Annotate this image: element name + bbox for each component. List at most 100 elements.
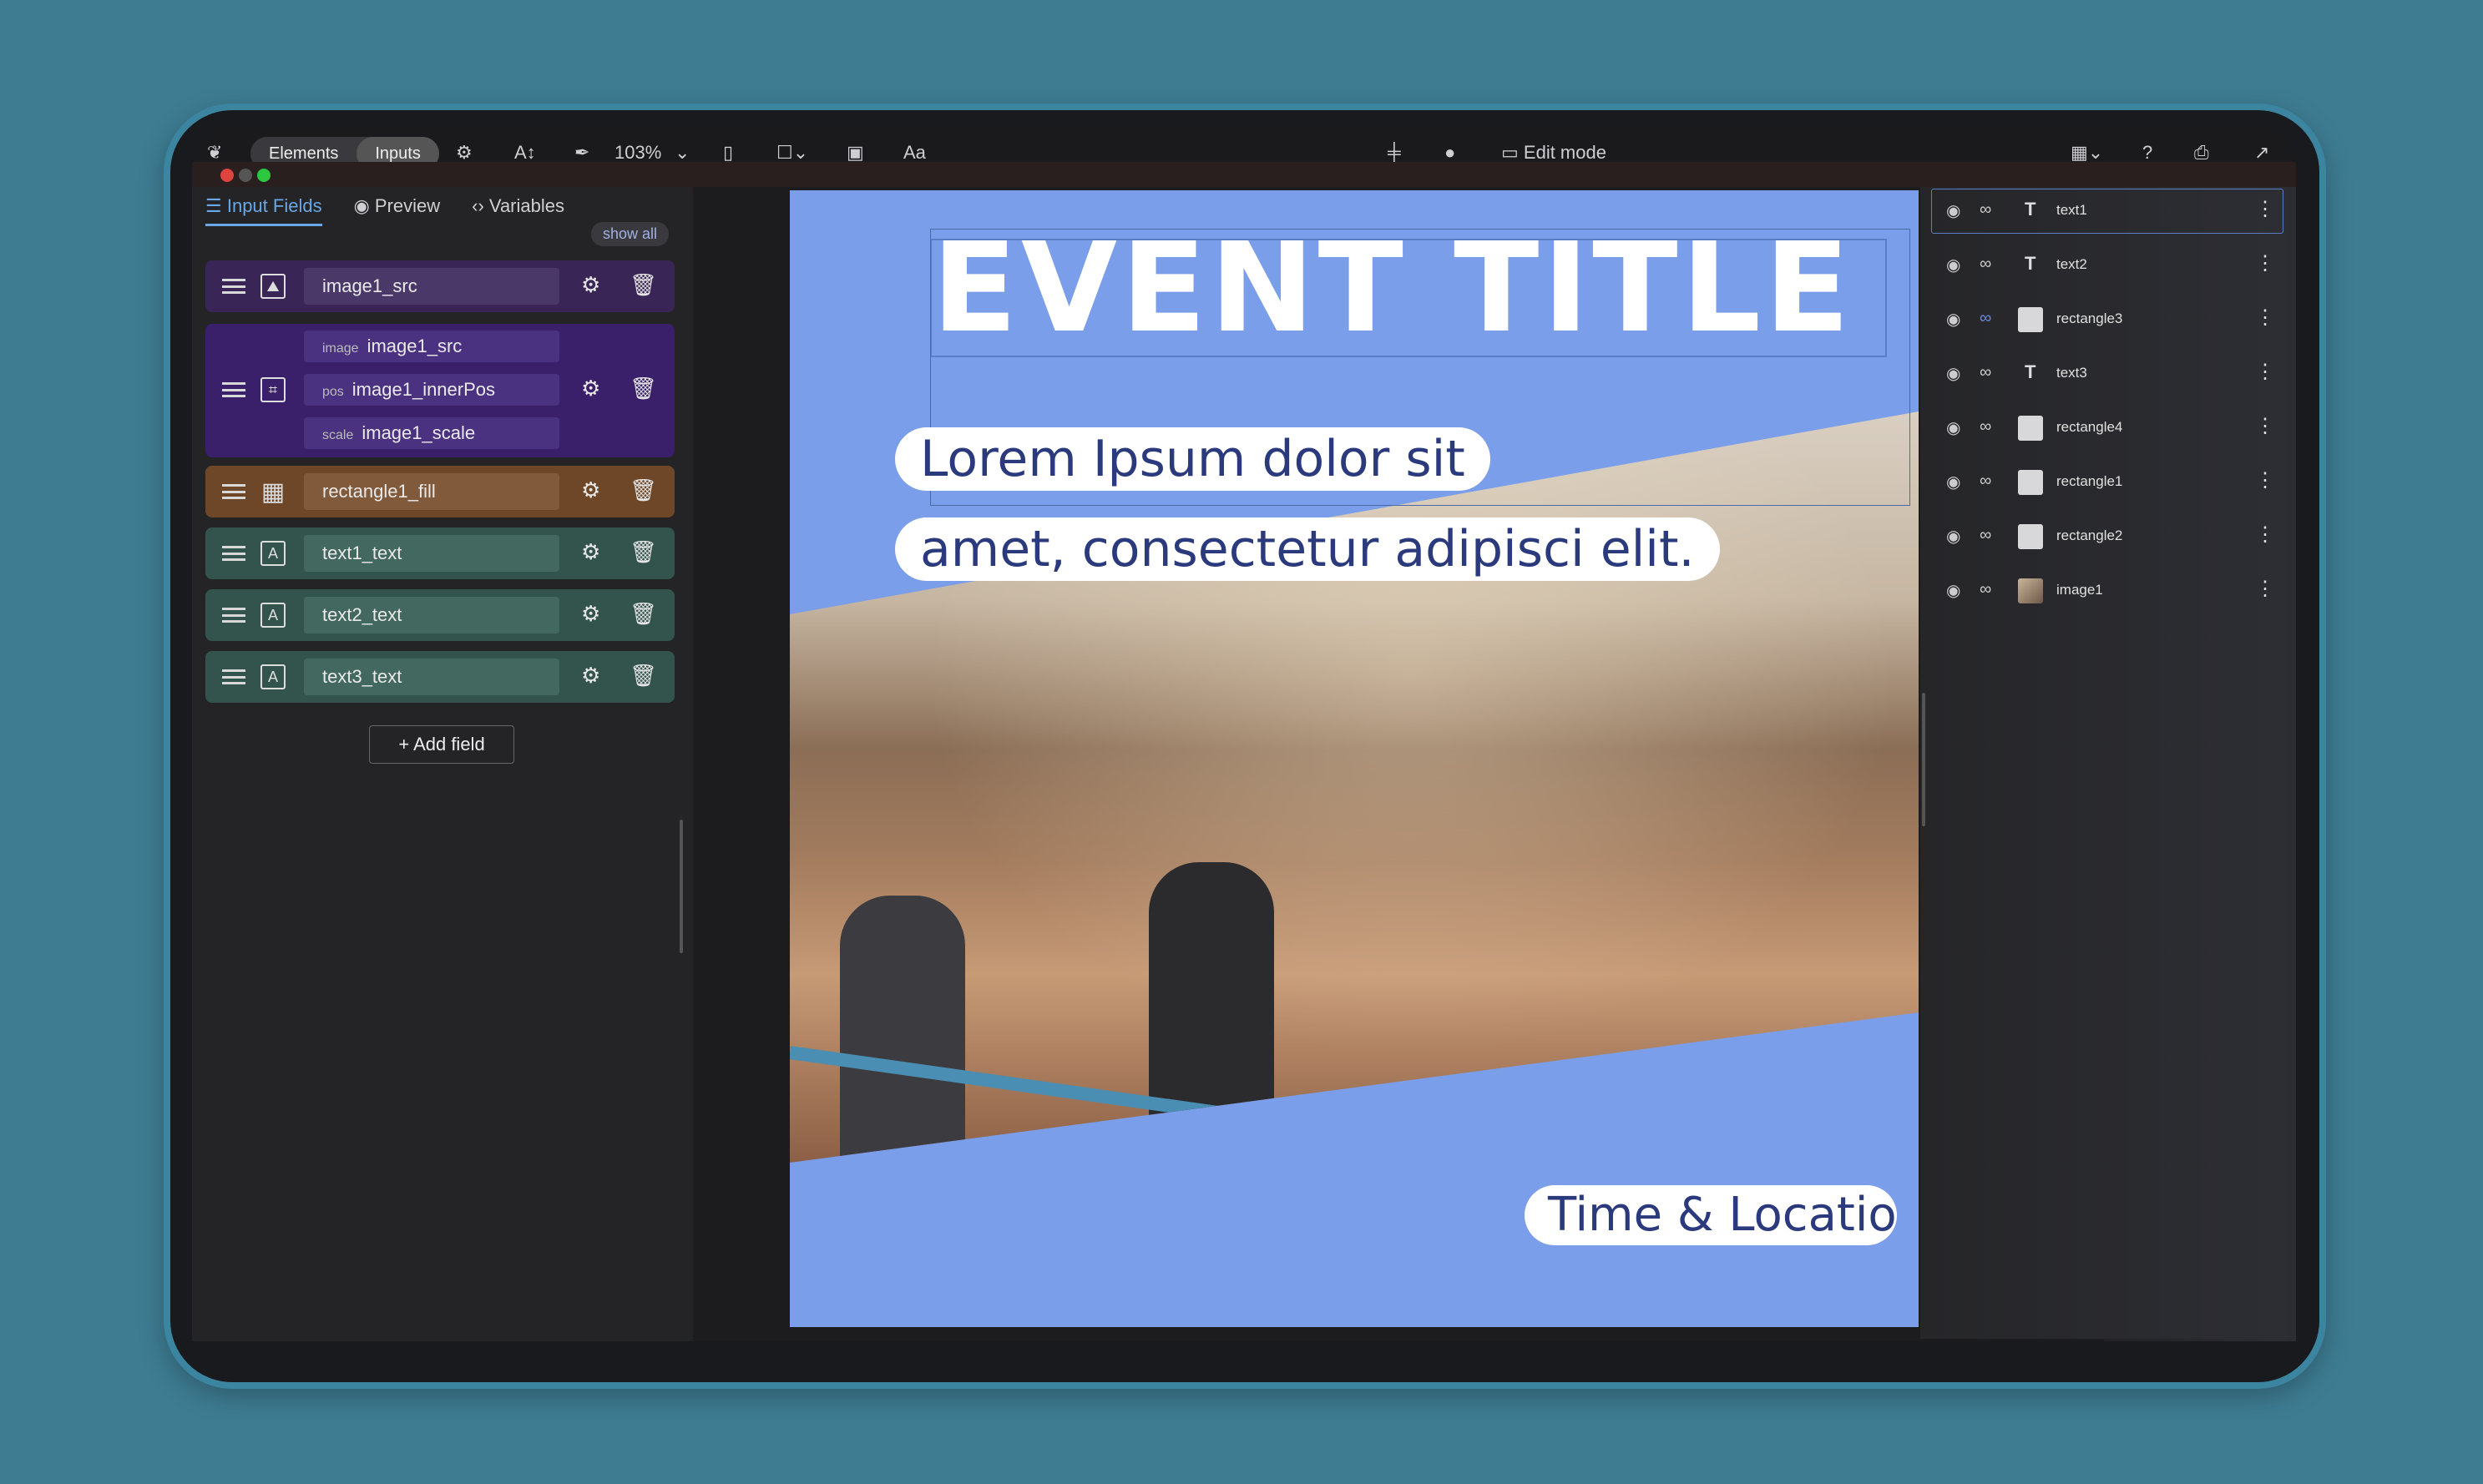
field-input[interactable]: image1_src	[304, 268, 559, 305]
link-icon[interactable]: ∞	[1980, 363, 1991, 382]
right-scrollbar[interactable]	[1922, 693, 1925, 826]
drag-handle-icon[interactable]	[222, 484, 245, 499]
visibility-eye-icon[interactable]: ◉	[1946, 363, 1960, 384]
gear-icon[interactable]: ⚙	[581, 539, 600, 565]
left-scrollbar[interactable]	[680, 820, 683, 953]
more-icon[interactable]: ⋮	[2255, 414, 2275, 438]
text-type-icon: T	[2025, 361, 2036, 382]
zoom-chevron-icon[interactable]: ⌄	[675, 142, 690, 164]
visibility-eye-icon[interactable]: ◉	[1946, 309, 1960, 330]
sub-field-scale[interactable]: scale image1_scale	[304, 417, 559, 449]
link-icon[interactable]: ∞	[1980, 200, 1991, 220]
text-field-icon: A	[260, 603, 286, 628]
field-input[interactable]: text3_text	[304, 659, 559, 695]
field-input[interactable]: text2_text	[304, 597, 559, 633]
rect-swatch-icon	[2018, 470, 2043, 495]
drag-handle-icon[interactable]	[222, 546, 245, 561]
gear-icon[interactable]: ⚙	[581, 663, 600, 689]
share-icon[interactable]: ↗	[2254, 142, 2269, 164]
rect-swatch-icon	[2018, 416, 2043, 441]
toggle-icon[interactable]: ●	[1444, 142, 1455, 164]
grid-icon[interactable]: ▦⌄	[2071, 142, 2103, 164]
link-icon[interactable]: ∞	[1980, 309, 1991, 328]
text-tool[interactable]: Aa	[903, 142, 926, 164]
sub-field-image[interactable]: image image1_src	[304, 331, 559, 362]
help-button[interactable]: ?	[2142, 142, 2152, 164]
link-icon[interactable]: ∞	[1980, 255, 1991, 274]
image-icon[interactable]: ▣	[847, 142, 864, 164]
visibility-eye-icon[interactable]: ◉	[1946, 526, 1960, 547]
more-icon[interactable]: ⋮	[2255, 522, 2275, 547]
drag-handle-icon[interactable]	[222, 382, 245, 397]
drag-handle-icon[interactable]	[222, 279, 245, 294]
photo-person-left	[840, 896, 965, 1163]
minimize-window-icon[interactable]	[239, 169, 252, 182]
artboard[interactable]: EVENT TITLE Lorem Ipsum dolor sit amet, …	[790, 190, 1919, 1327]
time-location-text[interactable]: Time & Locatio	[1525, 1185, 1897, 1245]
more-icon[interactable]: ⋮	[2255, 197, 2275, 221]
layer-rectangle4[interactable]: ◉ ∞ rectangle4 ⋮	[1931, 406, 2282, 451]
more-icon[interactable]: ⋮	[2255, 468, 2275, 492]
drag-handle-icon[interactable]	[222, 608, 245, 623]
show-all-button[interactable]: show all	[591, 222, 670, 246]
more-icon[interactable]: ⋮	[2255, 305, 2275, 330]
plus-icon: +	[398, 734, 414, 755]
visibility-eye-icon[interactable]: ◉	[1946, 472, 1960, 492]
layer-name: text1	[2056, 202, 2087, 218]
subtitle-line-1[interactable]: Lorem Ipsum dolor sit	[895, 427, 1490, 491]
photo-person-skirt	[1166, 1146, 1266, 1163]
pen-icon[interactable]: ✒	[574, 142, 589, 164]
trash-icon[interactable]: 🗑	[630, 376, 657, 401]
align-icon[interactable]: ╪	[1388, 142, 1401, 164]
save-icon[interactable]: ⎙	[2194, 142, 2209, 164]
add-field-button[interactable]: + Add field	[369, 725, 514, 764]
gear-icon[interactable]: ⚙	[581, 376, 600, 401]
layer-rectangle2[interactable]: ◉ ∞ rectangle2 ⋮	[1931, 514, 2282, 559]
sub-field-pos[interactable]: pos image1_innerPos	[304, 374, 559, 406]
text-type-icon: T	[2025, 199, 2036, 220]
trash-icon[interactable]: 🗑	[630, 477, 657, 503]
gear-icon[interactable]: ⚙	[581, 601, 600, 627]
shape-icon[interactable]: ☐⌄	[776, 142, 808, 164]
tab-preview[interactable]: ◉ Preview	[354, 195, 441, 226]
trash-icon[interactable]: 🗑	[630, 539, 657, 565]
visibility-eye-icon[interactable]: ◉	[1946, 200, 1960, 221]
maximize-window-icon[interactable]	[257, 169, 271, 182]
tab-input-fields[interactable]: ☰ Input Fields	[205, 195, 322, 226]
field-input[interactable]: text1_text	[304, 535, 559, 572]
photo-person-right	[1149, 862, 1274, 1163]
gear-icon[interactable]: ⚙	[581, 477, 600, 503]
visibility-eye-icon[interactable]: ◉	[1946, 255, 1960, 275]
link-icon[interactable]: ∞	[1980, 526, 1991, 545]
more-icon[interactable]: ⋮	[2255, 360, 2275, 384]
trash-icon[interactable]: 🗑	[630, 663, 657, 689]
field-input[interactable]: rectangle1_fill	[304, 473, 559, 510]
layer-rectangle3[interactable]: ◉ ∞ rectangle3 ⋮	[1931, 297, 2282, 342]
settings-icon[interactable]: ⚙	[456, 142, 473, 164]
link-icon[interactable]: ∞	[1980, 580, 1991, 599]
tab-variables[interactable]: ‹› Variables	[472, 195, 564, 226]
layer-text1[interactable]: ◉ ∞ T text1 ⋮	[1931, 189, 2282, 234]
link-icon[interactable]: ∞	[1980, 417, 1991, 437]
more-icon[interactable]: ⋮	[2255, 251, 2275, 275]
more-icon[interactable]: ⋮	[2255, 577, 2275, 601]
drag-handle-icon[interactable]	[222, 669, 245, 684]
layer-text3[interactable]: ◉ ∞ T text3 ⋮	[1931, 351, 2282, 396]
trash-icon[interactable]: 🗑	[630, 601, 657, 627]
layer-text2[interactable]: ◉ ∞ T text2 ⋮	[1931, 243, 2282, 288]
text-field-icon: A	[260, 664, 286, 689]
page-icon[interactable]: ▯	[723, 142, 733, 164]
trash-icon[interactable]: 🗑	[630, 272, 657, 298]
visibility-eye-icon[interactable]: ◉	[1946, 580, 1960, 601]
link-icon[interactable]: ∞	[1980, 472, 1991, 491]
zoom-level[interactable]: 103%	[614, 142, 661, 164]
visibility-eye-icon[interactable]: ◉	[1946, 417, 1960, 438]
edit-mode-button[interactable]: ▭ Edit mode	[1501, 142, 1606, 164]
layer-rectangle1[interactable]: ◉ ∞ rectangle1 ⋮	[1931, 460, 2282, 505]
subtitle-line-2[interactable]: amet, consectetur adipisci elit.	[895, 517, 1720, 581]
text-style-icon[interactable]: A↕	[514, 142, 536, 164]
close-window-icon[interactable]	[220, 169, 234, 182]
layer-image1[interactable]: ◉ ∞ image1 ⋮	[1931, 568, 2282, 613]
rect-swatch-icon	[2018, 524, 2043, 549]
gear-icon[interactable]: ⚙	[581, 272, 600, 298]
